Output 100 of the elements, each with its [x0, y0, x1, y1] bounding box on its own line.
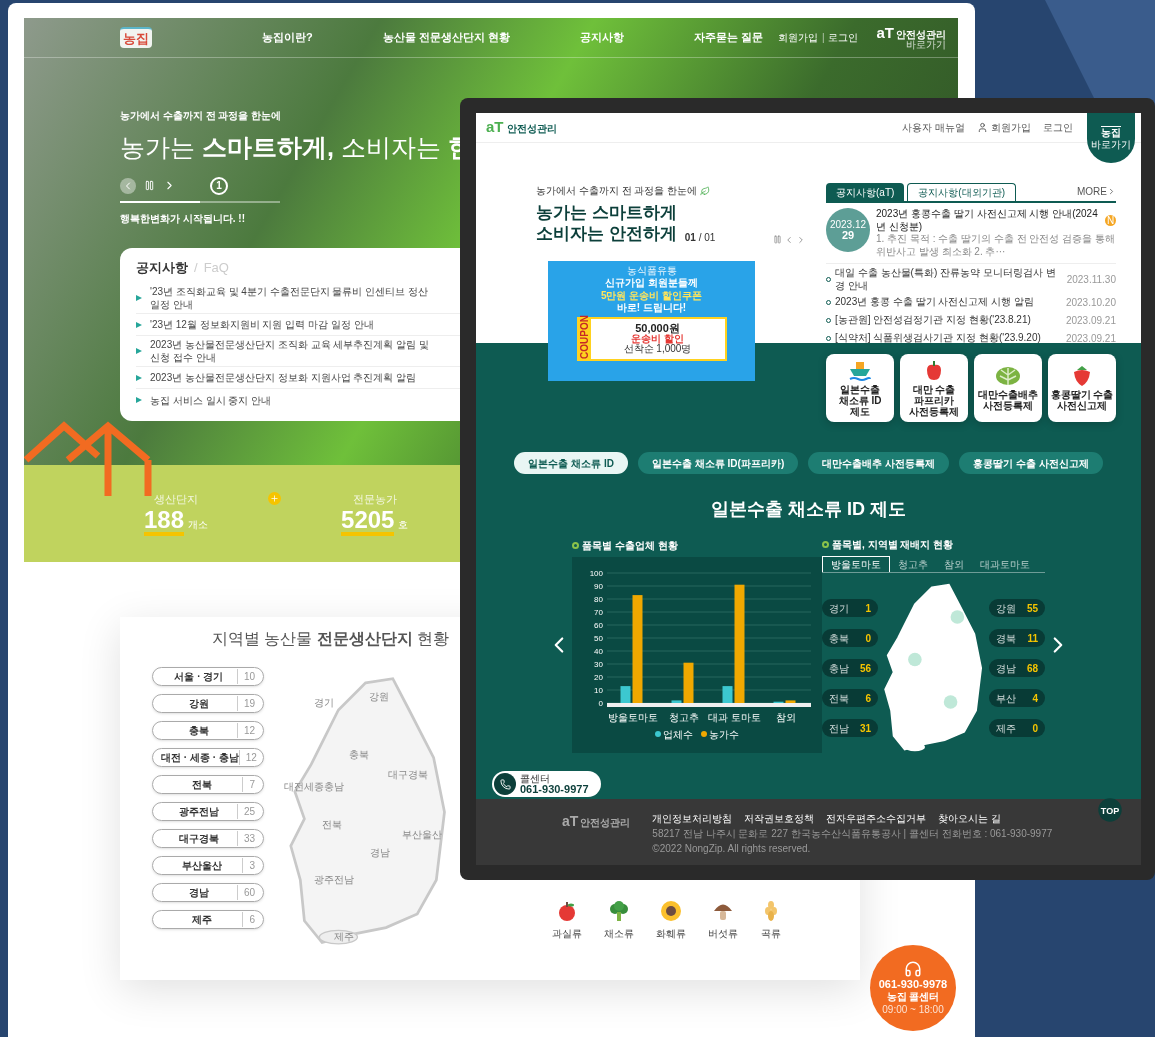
- strawberry-icon: [1071, 365, 1093, 387]
- separator: |: [821, 31, 825, 45]
- notice-date: 2023.09.21: [1065, 332, 1116, 346]
- more-link[interactable]: MORE: [1077, 184, 1116, 199]
- pause-icon[interactable]: [773, 235, 782, 244]
- bullet-icon: [136, 374, 142, 381]
- category-label: 화훼류: [656, 927, 686, 941]
- program-tab[interactable]: 일본수출 채소류 ID(파프리카): [638, 452, 799, 474]
- footer-copyright: ©2022 NongZip. All rights reserved.: [652, 842, 812, 855]
- hero-headline: 농가는 스마트하게 소비자는 안전하게: [536, 202, 677, 245]
- chart-title: 품목별 수출업체 현황: [582, 538, 678, 553]
- pause-button[interactable]: [144, 180, 155, 191]
- quick-link-card[interactable]: 일본수출 채소류 ID 제도: [826, 354, 894, 422]
- headset-icon: [904, 959, 922, 978]
- chevron-right-icon: [1107, 187, 1116, 196]
- x-tick-label: 대과 토마토: [708, 711, 761, 723]
- new-badge: N: [1105, 215, 1116, 226]
- region-stat: 경기 1: [822, 599, 878, 617]
- notice-link[interactable]: 대일 수출 농산물(특화) 잔류농약 모니터링검사 변경 안내: [835, 267, 1063, 292]
- y-tick-label: 50: [594, 633, 603, 643]
- notice-date: 2023.10.20: [1065, 296, 1116, 310]
- stat-label: 전문농가: [352, 492, 397, 508]
- phone-icon: [494, 773, 516, 795]
- previous-button[interactable]: [120, 177, 136, 194]
- slide-number: 1: [210, 176, 228, 195]
- footer-link[interactable]: 개인정보처리방침: [652, 811, 733, 826]
- region-stat: 전남 31: [822, 719, 878, 737]
- quick-link-card[interactable]: 홍콩딸기 수출 사전신고제: [1048, 354, 1116, 422]
- y-tick-label: 10: [594, 685, 603, 695]
- featured-notice-link[interactable]: 2023년 홍콩수출 딸기 사전신고제 시행 안내(2024년 신청분): [876, 208, 1102, 233]
- region-stat: 충북 0: [822, 629, 878, 647]
- site-logo[interactable]: aT 안전성관리: [486, 116, 557, 139]
- bullet-icon: [136, 295, 142, 301]
- notice-date: 2023.11.30: [1066, 273, 1116, 287]
- footer-link[interactable]: 찾아오시는 길: [938, 811, 1002, 826]
- region-stat: 충남 56: [822, 659, 878, 677]
- nav-link[interactable]: 농집이란?: [262, 29, 313, 46]
- notice-link[interactable]: [식약처] 식품위생검사기관 지정 현황('23.9.20): [835, 332, 1062, 345]
- footer-logo[interactable]: aT안전성관리: [562, 811, 631, 865]
- pause-icon: [144, 180, 155, 191]
- signup-link[interactable]: 회원가입: [777, 30, 818, 45]
- stat-value: 188: [144, 507, 185, 536]
- broccoli-icon: [608, 900, 630, 922]
- stat-value: 5205: [341, 507, 395, 536]
- footer-link[interactable]: 전자우편주소수집거부: [826, 811, 927, 826]
- y-tick-label: 30: [594, 659, 603, 669]
- map-panel-title: 품목별, 지역별 재배지 현황: [832, 538, 954, 552]
- coupon-banner: 농식품유통 신규가입 회원분들께 5만원 운송비 할인쿠폰 바로! 드립니다! COUPON 50,000원 운송비 할인 선착순 1,000명: [548, 260, 755, 381]
- region-stat: 전북 6: [822, 689, 878, 707]
- region-stat: 경남 68: [989, 659, 1045, 677]
- notice-date: 2023.09.21: [1065, 314, 1116, 328]
- crop-tab[interactable]: 방울토마토: [822, 556, 890, 572]
- partner-logo-link[interactable]: aT 안전성관리 바로가기: [876, 25, 946, 50]
- nav-link[interactable]: 자주묻는 질문: [693, 29, 763, 46]
- crop-tab[interactable]: 참외: [936, 556, 972, 572]
- site-logo[interactable]: 농집: [120, 26, 152, 49]
- date-badge: 2023.12 29: [826, 208, 870, 252]
- nav-link[interactable]: 농산물 전문생산단지 현황: [382, 29, 510, 46]
- category-label: 채소류: [604, 927, 634, 941]
- program-tab[interactable]: 대만수출배추 사전등록제: [808, 452, 949, 474]
- program-tab[interactable]: 홍콩딸기 수출 사전신고제: [959, 452, 1103, 474]
- login-link[interactable]: 로그인: [1043, 120, 1073, 135]
- notice-link[interactable]: [농관원] 안전성검정기관 지정 현황('23.8.21): [835, 314, 1062, 327]
- notice-link[interactable]: '23년 조직화교육 및 4분기 수출전문단지 물류비 인센티브 정산 일정 안내: [150, 285, 440, 311]
- previous-icon[interactable]: [784, 234, 794, 245]
- category-label: 버섯류: [708, 927, 738, 941]
- y-tick-label: 90: [594, 581, 603, 591]
- notice-tab[interactable]: 공지사항: [136, 257, 188, 277]
- quick-link-card[interactable]: 대만수출배추 사전등록제: [974, 354, 1042, 422]
- notice-link[interactable]: 농집 서비스 일시 중지 안내: [150, 393, 272, 407]
- signup-link[interactable]: 회원가입: [991, 120, 1031, 135]
- hero-kicker: 농가에서 수출까지 전 과정을 한눈에: [120, 109, 282, 123]
- footer-link[interactable]: 저작권보호정책: [744, 811, 815, 826]
- crop-tab[interactable]: 청고추: [890, 556, 936, 572]
- region-stat: 제주 0: [989, 719, 1045, 737]
- crop-tab[interactable]: 대과토마토: [972, 556, 1038, 572]
- quick-link-card[interactable]: 대만 수출 파프리카 사전등록제: [900, 354, 968, 422]
- hero-caption: 행복한변화가 시작됩니다. !!: [120, 211, 245, 226]
- category-label: 과실류: [552, 927, 582, 941]
- y-tick-label: 60: [594, 620, 603, 630]
- program-tab[interactable]: 일본수출 채소류 ID: [514, 452, 628, 474]
- slide-pager: 01 / 01: [684, 230, 716, 245]
- footer-address: 58217 전남 나주시 문화로 227 한국농수산식품유통공사 | 콜센터 전화번호 : 061-930-9977: [652, 828, 1053, 841]
- notice-link[interactable]: 2023년 홍콩 수출 딸기 사전신고제 시행 알림: [835, 296, 1062, 309]
- call-center-button[interactable]: 콜센터 061-930-9977: [492, 771, 601, 797]
- apple-icon: [556, 900, 578, 922]
- stat-unit: 개소: [188, 517, 209, 532]
- category-label: 곡류: [761, 927, 781, 941]
- notice-tab[interactable]: 공지사항(대외기관): [907, 183, 1016, 201]
- tab-separator: /: [194, 258, 198, 277]
- notice-link[interactable]: '23년 12월 정보화지원비 지원 입력 마감 일정 안내: [150, 318, 374, 331]
- manual-link[interactable]: 사용자 매뉴얼: [902, 120, 965, 135]
- legend-label: 농가수: [709, 727, 739, 742]
- next-icon[interactable]: [796, 234, 806, 245]
- notice-link[interactable]: 2023년 농산물전문생산단지 조직화 교육 세부추진계획 알림 및 신청 접수 안내: [150, 338, 440, 364]
- login-link[interactable]: 로그인: [828, 30, 859, 45]
- region-stat: 부산 4: [989, 689, 1045, 707]
- notice-tab[interactable]: 공지사항(aT): [826, 183, 905, 201]
- nongzip-badge[interactable]: 농집 바로가기: [1087, 113, 1135, 163]
- notice-link[interactable]: 2023년 농산물전문생산단지 정보화 지원사업 추진계획 알림: [150, 371, 417, 384]
